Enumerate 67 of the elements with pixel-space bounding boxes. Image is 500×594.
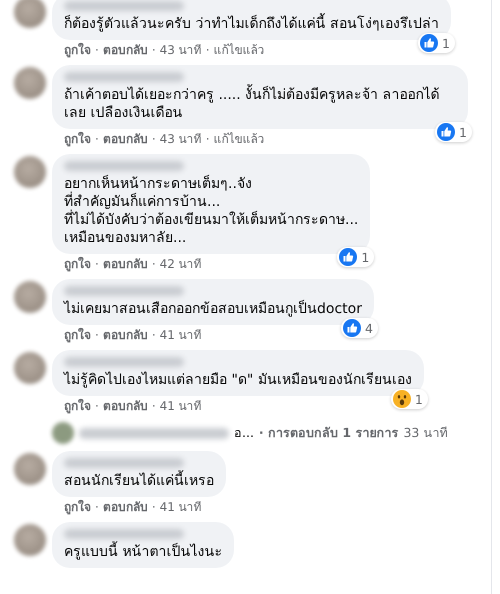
reply-snippet: อ... [234, 424, 254, 442]
like-link[interactable]: ถูกใจ [64, 328, 91, 343]
separator-dot: · [95, 328, 99, 343]
thumbs-up-icon [339, 248, 358, 266]
separator-dot: · [152, 43, 156, 58]
comment-time[interactable]: 43 นาที [160, 43, 202, 58]
avatar-icon[interactable] [14, 524, 46, 556]
reaction-count: 4 [365, 320, 373, 336]
reply-link[interactable]: ตอบกลับ [102, 257, 148, 272]
comment-time[interactable]: 41 นาที [160, 500, 202, 515]
avatar-icon[interactable] [14, 281, 46, 313]
reply-link[interactable]: ตอบกลับ [102, 43, 148, 58]
separator-dot: · [206, 43, 210, 58]
comment-text: ครูแบบนี้ หน้าตาเป็นไงนะ [64, 543, 222, 561]
thumbs-up-icon [437, 123, 456, 141]
separator-dot: · [152, 500, 156, 515]
reply-link[interactable]: ตอบกลับ [102, 399, 148, 414]
reply-link[interactable]: ตอบกลับ [102, 500, 148, 515]
like-link[interactable]: ถูกใจ [64, 399, 91, 414]
reaction-count: 1 [459, 124, 467, 140]
like-link[interactable]: ถูกใจ [64, 43, 91, 58]
comment-text: อยากเห็นหน้ากระดาษเต็มๆ..จัง ที่สำคัญมันก็แค่การบ้าน... ที่ไม่ได้บังคับว่าต้องเขียนมาให้เต็มหน้ากระดาษ... เหมือนของมหาลัย... [64, 175, 358, 247]
separator-dot: · [95, 500, 99, 515]
reply-time: 33 นาที [403, 424, 448, 442]
avatar-icon [52, 422, 74, 444]
comment-text: ไม่เคยมาสอนเสือกออกข้อสอบเหมือนกูเป็นdoctor [64, 300, 362, 318]
thumbs-up-icon [343, 319, 362, 337]
avatar-icon[interactable] [14, 156, 46, 188]
reaction-badge[interactable]: 1 [435, 122, 472, 142]
reaction-badge[interactable]: 1 [337, 247, 374, 267]
separator-dot: · [95, 43, 99, 58]
reaction-badge[interactable]: 1 [390, 389, 428, 409]
like-link[interactable]: ถูกใจ [64, 500, 91, 515]
comment-text: ไม่รู้คิดไปเองไหมแต่ลายมือ "ด" มันเหมือนของนักเรียนเอง [64, 371, 412, 389]
thumbs-up-icon [420, 34, 438, 52]
separator-dot: · [95, 257, 99, 272]
separator-dot: · [152, 257, 156, 272]
replies-link[interactable]: · การตอบกลับ 1 รายการ [258, 423, 398, 443]
comment-time[interactable]: 42 นาที [160, 257, 202, 272]
surprised-face-icon [392, 390, 411, 408]
comment-text: ก็ต้องรู้ตัวแล้วนะครับ ว่าทำไมเด็กถึงได้แค่นี้ สอนโง่ๆเองรึเปล่า [64, 15, 439, 33]
reply-link[interactable]: ตอบกลับ [102, 328, 148, 343]
separator-dot: · [206, 132, 210, 147]
reaction-count: 1 [442, 36, 450, 50]
avatar-icon[interactable] [14, 352, 46, 384]
comment-time[interactable]: 41 นาที [160, 399, 202, 414]
reaction-count: 1 [361, 250, 370, 264]
comment-text: ถ้าเค้าตอบได้เยอะกว่าครู ..... งั้นก็ไม่ต้องมีครูหละจ้า ลาออกได้ เลย เปลืองเงินเดือน [64, 86, 456, 122]
reaction-badge[interactable]: 4 [341, 318, 378, 338]
like-link[interactable]: ถูกใจ [64, 257, 91, 272]
separator-dot: · [95, 399, 99, 414]
separator-dot: · [152, 399, 156, 414]
comment-time[interactable]: 41 นาที [160, 328, 202, 343]
avatar-icon[interactable] [14, 0, 46, 28]
separator-dot: · [152, 328, 156, 343]
reply-link[interactable]: ตอบกลับ [102, 132, 148, 147]
edited-label: แก้ไขแล้ว [214, 43, 265, 58]
comment-time[interactable]: 43 นาที [160, 132, 202, 147]
avatar-icon[interactable] [14, 453, 46, 485]
separator-dot: · [152, 132, 156, 147]
separator-dot: · [95, 132, 99, 147]
reaction-badge[interactable]: 1 [418, 33, 455, 53]
reaction-count: 1 [414, 392, 423, 406]
like-link[interactable]: ถูกใจ [64, 132, 91, 147]
comment-text: สอนนักเรียนได้แค่นี้เหรอ [64, 472, 214, 490]
avatar-icon[interactable] [14, 67, 46, 99]
edited-label: แก้ไขแล้ว [214, 132, 265, 147]
